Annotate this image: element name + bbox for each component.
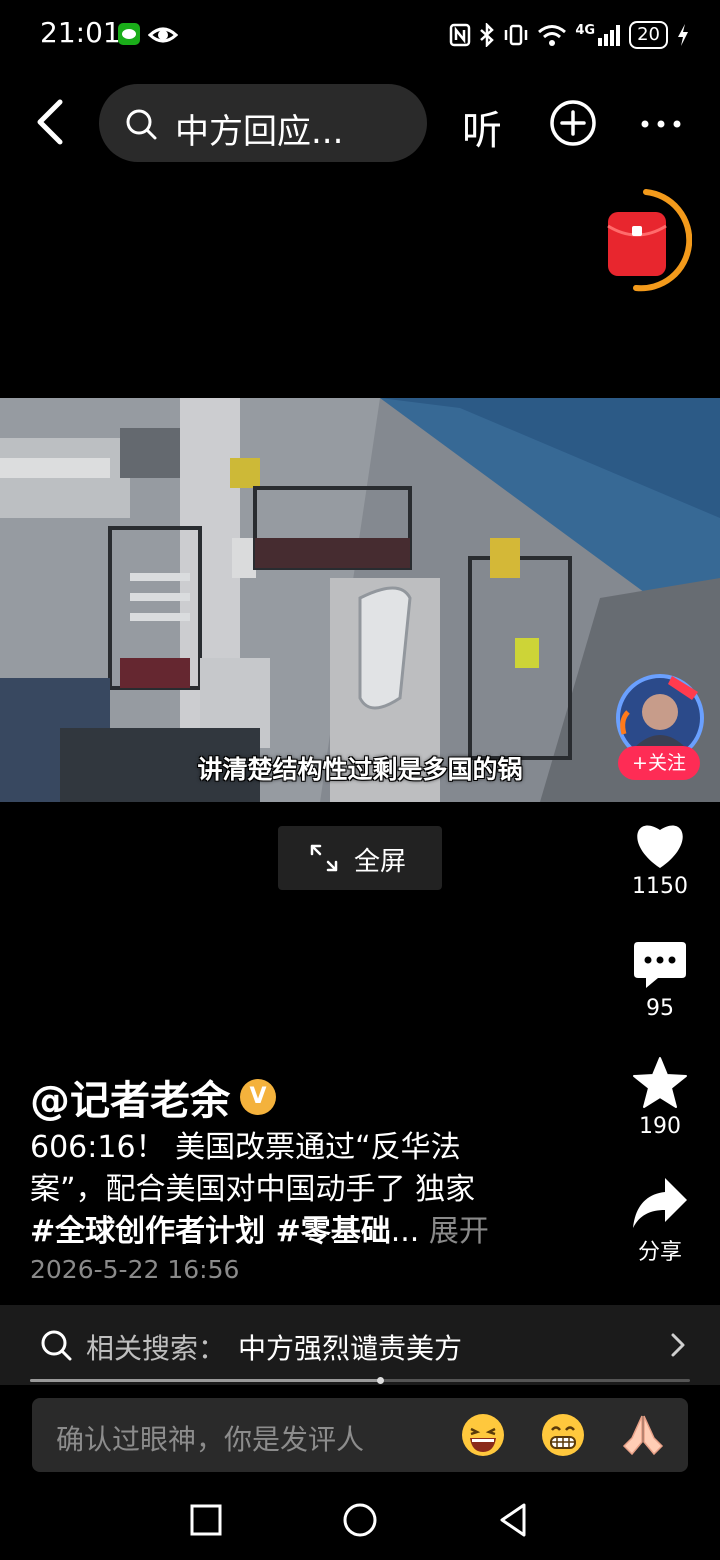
description-line-3: #全球创作者计划 #零基础... 展开 xyxy=(30,1211,570,1253)
vibrate-icon xyxy=(505,24,528,46)
status-icons: 4G 20 xyxy=(449,18,690,52)
search-icon xyxy=(126,109,157,140)
favorite-count: 190 xyxy=(639,1114,681,1139)
listen-button[interactable]: 听 xyxy=(462,98,502,156)
search-icon xyxy=(41,1330,72,1361)
praying-hands-icon[interactable] xyxy=(620,1412,666,1458)
follow-button[interactable]: +关注 xyxy=(618,746,700,780)
like-button[interactable]: 1150 xyxy=(620,818,700,899)
comment-input[interactable]: 确认过眼神，你是发评人 xyxy=(32,1398,688,1472)
fullscreen-label: 全屏 xyxy=(354,847,407,877)
video-frame xyxy=(0,398,720,802)
add-icon[interactable] xyxy=(548,98,598,148)
comment-count: 95 xyxy=(646,996,674,1021)
author-name[interactable]: @记者老余 xyxy=(30,1068,230,1126)
comment-button[interactable]: 95 xyxy=(620,940,700,1021)
search-bar[interactable]: 中方回应... xyxy=(99,84,427,162)
ellipsis: ... xyxy=(390,1214,420,1249)
post-date: 2026-5-22 16:56 xyxy=(30,1255,240,1284)
related-search-bar[interactable]: 相关搜索： 中方强烈谴责美方 xyxy=(0,1305,720,1385)
back-nav-icon[interactable] xyxy=(494,1500,534,1540)
nfc-icon xyxy=(450,23,471,47)
network-type: 4G xyxy=(575,22,596,38)
status-bar: 21:01 4G 20 xyxy=(0,0,720,70)
recent-apps-icon[interactable] xyxy=(186,1500,226,1540)
description-line-2: 案”，配合美国对中国动手了 独家 xyxy=(30,1172,476,1207)
post-description[interactable]: 606:16！ 美国改票通过“反华法 案”，配合美国对中国动手了 独家 #全球创… xyxy=(30,1127,570,1253)
favorite-button[interactable]: 190 xyxy=(620,1056,700,1139)
status-time: 21:01 xyxy=(40,16,121,49)
signal-icon xyxy=(598,25,621,46)
home-icon[interactable] xyxy=(340,1500,380,1540)
author-row: @记者老余 V xyxy=(30,1072,276,1124)
top-bar: 中方回应... 听 xyxy=(0,80,720,166)
bluetooth-icon xyxy=(480,23,495,47)
search-query: 中方回应... xyxy=(175,112,344,152)
fullscreen-button[interactable]: 全屏 xyxy=(278,826,442,890)
wifi-icon xyxy=(538,25,567,46)
video-player[interactable]: 讲清楚结构性过剩是多国的锅 +关注 xyxy=(0,398,720,802)
charging-icon xyxy=(678,24,688,46)
hashtags[interactable]: #全球创作者计划 #零基础 xyxy=(30,1214,391,1249)
verified-icon: V xyxy=(240,1079,276,1115)
related-search-label: 相关搜索： xyxy=(86,1332,227,1365)
heart-icon xyxy=(637,825,683,868)
chevron-right-icon xyxy=(671,1333,685,1357)
system-nav-bar xyxy=(0,1480,720,1560)
video-progress-bar[interactable] xyxy=(30,1377,690,1384)
progress-fill xyxy=(30,1379,380,1382)
comment-placeholder: 确认过眼神，你是发评人 xyxy=(56,1423,365,1456)
expand-icon xyxy=(310,844,338,872)
comment-icon xyxy=(634,942,686,988)
laughing-emoji-icon[interactable] xyxy=(460,1412,506,1458)
star-icon xyxy=(633,1057,687,1108)
expand-link[interactable]: 展开 xyxy=(419,1214,489,1249)
related-search-query: 中方强烈谴责美方 xyxy=(238,1332,463,1365)
eye-icon xyxy=(148,27,178,43)
battery-icon: 20 xyxy=(629,21,668,49)
like-count: 1150 xyxy=(632,874,688,899)
share-icon xyxy=(633,1178,687,1228)
video-caption: 讲清楚结构性过剩是多国的锅 xyxy=(197,755,523,784)
more-icon[interactable] xyxy=(638,104,684,144)
wechat-icon xyxy=(118,23,140,45)
share-button[interactable]: 分享 xyxy=(620,1176,700,1266)
back-icon[interactable] xyxy=(28,96,72,148)
grinning-emoji-icon[interactable] xyxy=(540,1412,586,1458)
share-label: 分享 xyxy=(637,1240,682,1265)
red-packet-icon[interactable] xyxy=(596,186,692,296)
progress-handle[interactable] xyxy=(376,1377,384,1384)
description-line-1: 606:16！ 美国改票通过“反华法 xyxy=(30,1130,461,1165)
